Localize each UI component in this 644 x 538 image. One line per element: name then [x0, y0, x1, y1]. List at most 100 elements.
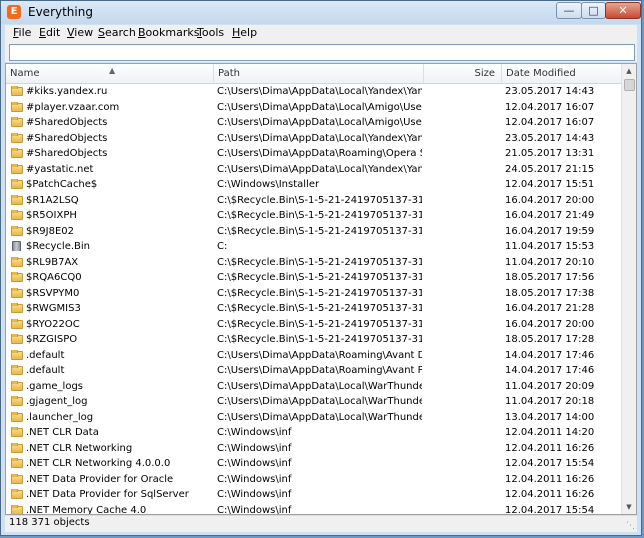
folder-icon	[11, 458, 23, 468]
folder-icon	[11, 473, 23, 484]
folder-icon	[11, 489, 23, 499]
row-date-modified: 16.04.2017 21:28	[505, 303, 595, 314]
row-name: .NET Memory Cache 4.0	[26, 504, 147, 515]
window-title: Everything	[28, 5, 93, 19]
row-path: C:\$Recycle.Bin\S-1-5-21-2419705137-3180…	[217, 303, 422, 314]
row-date-modified: 23.05.2017 14:43	[505, 86, 595, 97]
row-date-modified: 14.04.2017 17:46	[505, 349, 595, 361]
table-row[interactable]: $RQA6CQ0 C:\$Recycle.Bin\S-1-5-21-2419705…	[6, 270, 624, 286]
folder-icon	[11, 427, 23, 437]
row-path: C:\Windows\inf	[217, 473, 292, 485]
table-row[interactable]: #SharedObjects C:\Users\Dima\AppData\Loca…	[6, 131, 624, 147]
row-name: $RQA6CQ0	[26, 272, 82, 283]
row-date-modified: 12.04.2017 15:54	[505, 504, 595, 515]
row-path: C:\Users\Dima\AppData\Local\WarThunder	[217, 396, 422, 407]
table-row[interactable]: .default C:\Users\Dima\AppData\Roaming\Av…	[6, 363, 624, 379]
table-row[interactable]: #kiks.yandex.ru C:\Users\Dima\AppData\Loc…	[6, 84, 624, 100]
table-row[interactable]: $PatchCache$ C:\Windows\Installer 12.04.20…	[6, 177, 624, 193]
menu-bookmarks[interactable]: Bookmarks	[138, 26, 199, 39]
menu-file[interactable]: File	[13, 26, 31, 39]
table-row[interactable]: #player.vzaar.com C:\Users\Dima\AppData\L…	[6, 100, 624, 116]
everything-app-icon: E	[7, 5, 21, 19]
table-row[interactable]: .NET CLR Networking 4.0.0.0 C:\Windows\in…	[6, 456, 624, 472]
resize-grip-icon[interactable]: ⋱	[626, 521, 635, 531]
row-name: #SharedObjects	[26, 132, 108, 144]
sort-ascending-icon: ▲	[109, 66, 116, 75]
row-name: .game_logs	[26, 380, 84, 392]
folder-icon	[11, 256, 23, 267]
menu-edit[interactable]: Edit	[39, 26, 60, 39]
table-row[interactable]: $RZGISPO C:\$Recycle.Bin\S-1-5-21-2419705…	[6, 332, 624, 348]
table-row[interactable]: $RYO22OC C:\$Recycle.Bin\S-1-5-21-2419705…	[6, 317, 624, 333]
title-bar[interactable]: E Everything — □ ✕	[1, 1, 641, 24]
search-input[interactable]	[9, 44, 635, 61]
table-row[interactable]: .game_logs C:\Users\Dima\AppData\Local\Wa…	[6, 379, 624, 395]
row-date-modified: 12.04.2017 16:07	[505, 101, 595, 113]
row-name: $R9J8E02	[26, 225, 75, 237]
scrollbar-thumb[interactable]	[624, 79, 635, 91]
row-date-modified: 14.04.2017 17:46	[505, 365, 595, 376]
folder-icon	[11, 349, 23, 360]
table-row[interactable]: $RL9B7AX C:\$Recycle.Bin\S-1-5-21-2419705…	[6, 255, 624, 271]
row-date-modified: 16.04.2017 20:00	[505, 194, 595, 206]
folder-icon	[11, 86, 23, 96]
table-row[interactable]: $Recycle.Bin C: 11.04.2017 15:53	[6, 239, 624, 255]
table-row[interactable]: $RWGMIS3 C:\$Recycle.Bin\S-1-5-21-2419705…	[6, 301, 624, 317]
table-row[interactable]: $R1A2LSQ C:\$Recycle.Bin\S-1-5-21-2419705…	[6, 193, 624, 209]
row-path: C:	[217, 241, 228, 252]
menu-tools[interactable]: Tools	[197, 26, 224, 39]
column-header-path[interactable]: Path	[214, 64, 424, 83]
table-row[interactable]: #SharedObjects C:\Users\Dima\AppData\Loca…	[6, 115, 624, 131]
row-name: #SharedObjects	[26, 117, 108, 128]
table-row[interactable]: .NET CLR Networking C:\Windows\inf 12.04.2…	[6, 441, 624, 457]
table-row[interactable]: .NET CLR Data C:\Windows\inf 12.04.2011 14…	[6, 425, 624, 441]
scroll-up-arrow-icon[interactable]: ▲	[622, 64, 636, 78]
column-header-date-modified[interactable]: Date Modified	[502, 64, 624, 83]
close-button[interactable]: ✕	[605, 2, 641, 19]
table-row[interactable]: .NET Data Provider for Oracle C:\Windows\…	[6, 472, 624, 488]
folder-icon	[11, 396, 23, 406]
menu-search[interactable]: Search	[98, 26, 136, 39]
status-bar: 118 371 objects ⋱	[5, 516, 637, 532]
menu-help[interactable]: Help	[232, 26, 257, 39]
column-header-size[interactable]: Size	[424, 64, 502, 83]
table-row[interactable]: #SharedObjects C:\Users\Dima\AppData\Roam…	[6, 146, 624, 162]
folder-icon	[11, 163, 23, 174]
row-date-modified: 12.04.2017 15:51	[505, 179, 595, 190]
maximize-button[interactable]: □	[581, 2, 606, 19]
table-row[interactable]: $R5OIXPH C:\$Recycle.Bin\S-1-5-21-2419705…	[6, 208, 624, 224]
folder-icon	[11, 442, 23, 453]
row-date-modified: 23.05.2017 14:43	[505, 132, 595, 144]
table-row[interactable]: .NET Data Provider for SqlServer C:\Windo…	[6, 487, 624, 503]
menu-view[interactable]: View	[67, 26, 93, 39]
row-path: C:\Users\Dima\AppData\Roaming\Avant Pro.…	[217, 365, 422, 376]
minimize-button[interactable]: —	[556, 2, 582, 19]
row-date-modified: 16.04.2017 20:00	[505, 318, 595, 330]
row-name: $PatchCache$	[26, 179, 98, 190]
folder-icon	[11, 365, 23, 375]
row-path: C:\Windows\inf	[217, 427, 292, 438]
table-row[interactable]: $RSVPYM0 C:\$Recycle.Bin\S-1-5-21-2419705…	[6, 286, 624, 302]
row-path: C:\Users\Dima\AppData\Local\Yandex\Yand.…	[217, 163, 422, 175]
folder-icon	[11, 148, 23, 158]
table-row[interactable]: $R9J8E02 C:\$Recycle.Bin\S-1-5-21-2419705…	[6, 224, 624, 240]
row-date-modified: 12.04.2011 16:26	[505, 442, 595, 454]
table-row[interactable]: .gjagent_log C:\Users\Dima\AppData\Local\…	[6, 394, 624, 410]
row-path: C:\Users\Dima\AppData\Local\Amigo\User .…	[217, 117, 422, 128]
object-count: 118 371 objects	[9, 517, 90, 528]
row-path: C:\Users\Dima\AppData\Local\Yandex\Yand.…	[217, 132, 422, 144]
folder-icon	[11, 334, 23, 344]
table-row[interactable]: #yastatic.net C:\Users\Dima\AppData\Local…	[6, 162, 624, 178]
scroll-down-arrow-icon[interactable]: ▼	[622, 500, 636, 514]
maximize-icon: □	[588, 4, 599, 17]
folder-icon	[11, 117, 23, 127]
row-path: C:\Users\Dima\AppData\Local\Amigo\User .…	[217, 101, 422, 113]
table-row[interactable]: .NET Memory Cache 4.0 C:\Windows\inf 12.04…	[6, 503, 624, 515]
table-row[interactable]: .default C:\Users\Dima\AppData\Roaming\Av…	[6, 348, 624, 364]
row-path: C:\$Recycle.Bin\S-1-5-21-2419705137-3180…	[217, 287, 422, 299]
table-row[interactable]: .launcher_log C:\Users\Dima\AppData\Local…	[6, 410, 624, 426]
results-list[interactable]: Name ▲ Path Size Date Modified #kiks.yand…	[5, 63, 637, 515]
vertical-scrollbar[interactable]: ▲ ▼	[621, 64, 636, 514]
column-header-name[interactable]: Name ▲	[6, 64, 214, 83]
row-name: .NET Data Provider for SqlServer	[26, 489, 189, 500]
